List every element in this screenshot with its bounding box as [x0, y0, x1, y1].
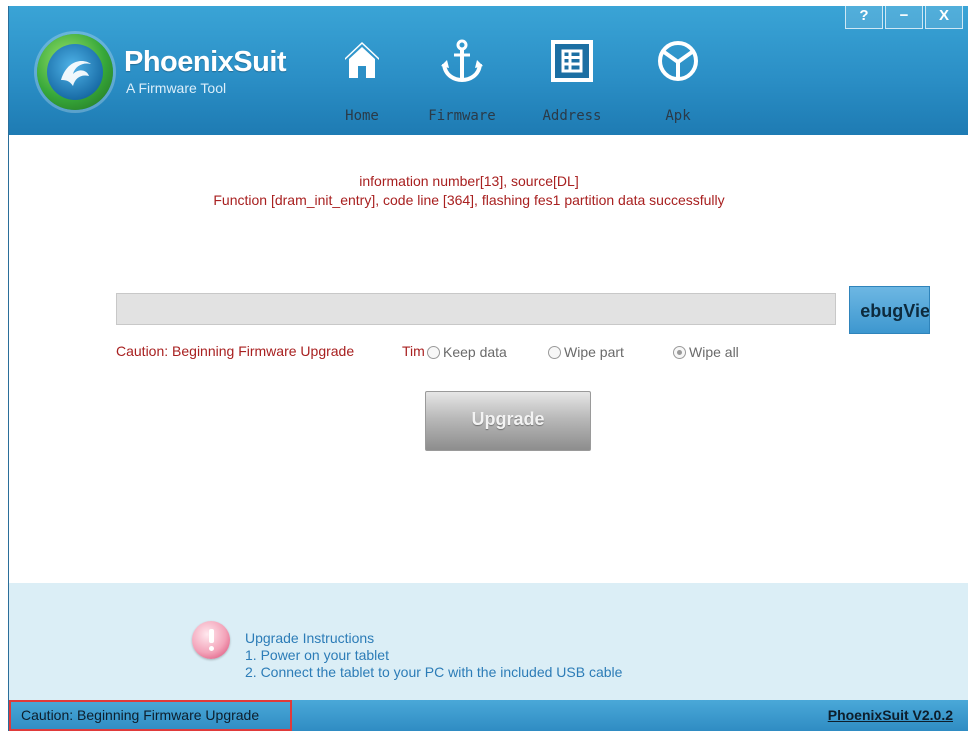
status-bar: Caution: Beginning Firmware Upgrade Phoe… — [9, 700, 968, 731]
status-message-line: information number[13], source[DL] — [359, 173, 579, 189]
keep-data-label: Keep data — [443, 344, 507, 360]
version-link[interactable]: PhoenixSuit V2.0.2 — [828, 700, 953, 731]
upgrade-progress-bar — [116, 293, 836, 325]
minimize-button[interactable]: − — [885, 6, 923, 29]
home-icon — [345, 42, 379, 78]
app-title: PhoenixSuit — [124, 46, 287, 78]
debug-view-button[interactable]: ebugVie — [849, 286, 930, 334]
instruction-line: 1. Power on your tablet — [245, 647, 389, 663]
header: PhoenixSuit A Firmware Tool Home Firmwar… — [9, 6, 968, 135]
keep-data-radio[interactable] — [427, 346, 440, 359]
nav-home[interactable]: Home — [317, 24, 407, 134]
nav-firmware[interactable]: Firmware — [417, 24, 507, 134]
anchor-icon — [441, 39, 483, 83]
caution-text: Caution: Beginning Firmware Upgrade — [116, 343, 355, 359]
nav-address-label: Address — [542, 108, 602, 124]
nav-apk-label: Apk — [665, 108, 691, 124]
wipe-all-option[interactable]: Wipe all — [673, 344, 739, 360]
android-icon — [658, 41, 698, 81]
keep-data-option[interactable]: Keep data — [427, 344, 507, 360]
phoenix-logo-icon — [47, 44, 103, 100]
instructions-text[interactable]: Upgrade Instructions 1. Power on your ta… — [245, 630, 622, 684]
grid-icon — [551, 40, 593, 82]
nav-apk[interactable]: Apk — [633, 24, 723, 134]
wipe-part-option[interactable]: Wipe part — [548, 344, 624, 360]
close-button[interactable]: X — [925, 6, 963, 29]
wipe-part-radio[interactable] — [548, 346, 561, 359]
exclamation-icon — [192, 621, 230, 659]
instructions-title: Upgrade Instructions — [245, 630, 375, 646]
debug-view-label: ebugVie — [860, 301, 930, 321]
wipe-all-label: Wipe all — [689, 344, 739, 360]
instructions-panel: Upgrade Instructions 1. Power on your ta… — [9, 583, 968, 700]
help-button[interactable]: ? — [845, 6, 883, 29]
nav-firmware-label: Firmware — [428, 108, 496, 124]
nav-address[interactable]: Address — [527, 24, 617, 134]
wipe-part-label: Wipe part — [564, 344, 624, 360]
nav-home-label: Home — [345, 108, 379, 124]
time-label: Tim — [402, 343, 425, 359]
instruction-line: 2. Connect the tablet to your PC with th… — [245, 664, 623, 680]
status-message-line: Function [dram_init_entry], code line [3… — [213, 192, 725, 208]
phoenixsuit-window: PhoenixSuit A Firmware Tool Home Firmwar… — [8, 6, 968, 731]
app-subtitle: A Firmware Tool — [126, 80, 227, 96]
flash-status-message: information number[13], source[DL] Functi… — [209, 172, 729, 210]
app-logo — [37, 34, 113, 110]
window-controls: ? − X — [843, 6, 963, 29]
upgrade-button[interactable]: Upgrade — [425, 391, 591, 451]
wipe-all-radio[interactable] — [673, 346, 686, 359]
status-bar-caution: Caution: Beginning Firmware Upgrade — [9, 700, 292, 731]
